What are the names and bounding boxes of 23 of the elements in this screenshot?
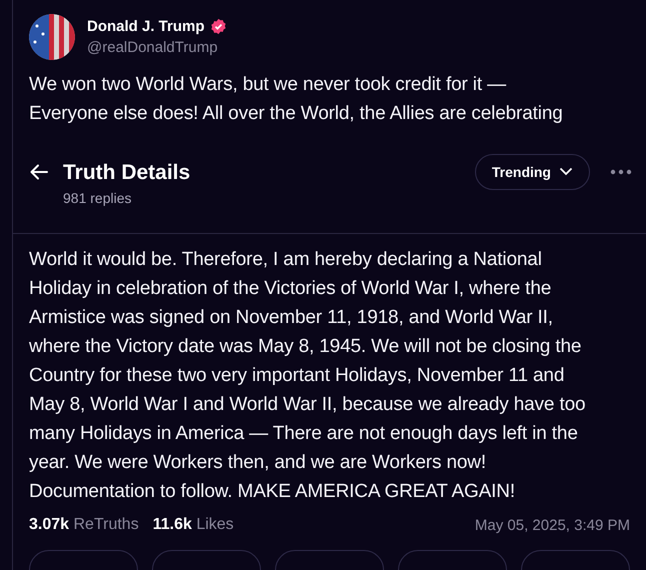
- post-text-line: Country for these two very important Holidays, November 11 and: [29, 364, 564, 388]
- post-text-line: Armistice was signed on November 11, 1918, and World War II,: [29, 306, 553, 330]
- post-text-line: Everyone else does! All over the World, the Allies are celebrating: [29, 102, 563, 126]
- chevron-down-icon: [559, 167, 573, 176]
- post-timestamp: May 05, 2025, 3:49 PM: [474, 516, 630, 534]
- post-text-line: Documentation to follow. MAKE AMERICA GREAT AGAIN!: [29, 480, 515, 504]
- author-name[interactable]: Donald J. Trump: [87, 18, 205, 35]
- more-options-icon[interactable]: [610, 168, 632, 174]
- sort-dropdown[interactable]: Trending: [474, 154, 590, 190]
- post-text-line: many Holidays in America — There are not enough days left in the: [29, 422, 578, 446]
- reply-count: 981 replies: [63, 190, 132, 206]
- back-arrow-icon[interactable]: [29, 162, 49, 182]
- post-text-line: year. We were Workers then, and we are Workers now!: [29, 451, 486, 475]
- post-text-line: May 8, World War I and World War II, because we already have too: [29, 393, 586, 417]
- post-text-line: Holiday in celebration of the Victories of World War I, where the: [29, 277, 552, 301]
- post-text-line: World it would be. Therefore, I am hereby declaring a National: [29, 248, 542, 272]
- page-title: Truth Details: [63, 161, 190, 185]
- post-text-line: We won two World Wars, but we never took credit for it —: [29, 73, 506, 97]
- avatar[interactable]: [29, 14, 75, 60]
- stat-count[interactable]: 3.07k ReTruths: [29, 516, 139, 534]
- stat-count[interactable]: 11.6k Likes: [152, 516, 234, 534]
- post-text-line: where the Victory date was May 8, 1945. We will not be closing the: [29, 335, 582, 359]
- author-handle[interactable]: @realDonaldTrump: [87, 39, 227, 56]
